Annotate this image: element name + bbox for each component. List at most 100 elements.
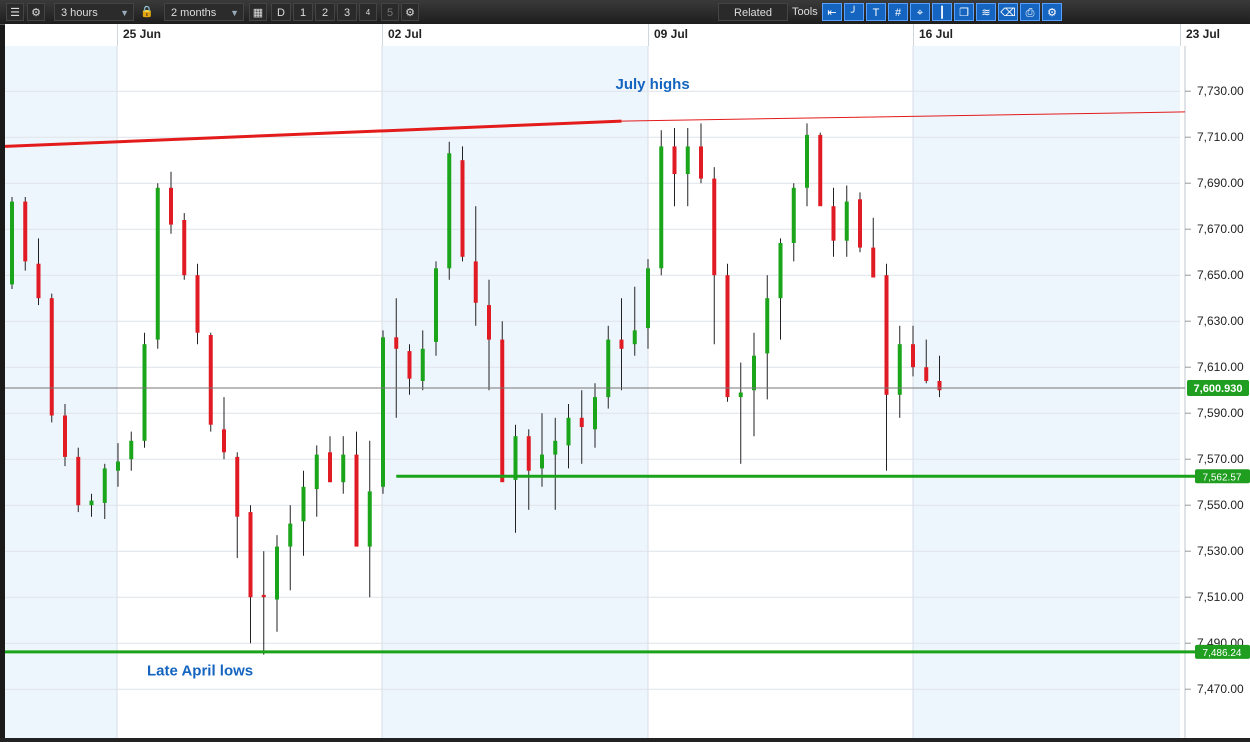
candle-body xyxy=(36,263,41,299)
candle-body xyxy=(314,454,319,490)
date-label: 25 Jun xyxy=(123,27,162,41)
current-price-label: 7,600.930 xyxy=(1194,383,1243,395)
eraser-tool-icon[interactable]: ⌫ xyxy=(998,3,1018,21)
candle-body xyxy=(208,335,213,425)
candle-body xyxy=(394,337,399,349)
candle-body xyxy=(341,454,346,483)
candle-body xyxy=(738,392,743,398)
candle-body xyxy=(513,436,518,480)
date-tick xyxy=(648,24,649,46)
period-button-2[interactable]: 2 xyxy=(315,3,335,21)
candle-body xyxy=(367,491,372,547)
range-select[interactable]: 2 months ▼ xyxy=(164,3,244,21)
candle-body xyxy=(487,305,491,340)
date-tick xyxy=(382,24,383,46)
print-tool-icon[interactable]: ⎙ xyxy=(1020,3,1040,21)
date-label: 16 Jul xyxy=(919,27,954,41)
annotation-label: Late April lows xyxy=(147,662,253,679)
candle-body xyxy=(222,429,226,453)
candle-body xyxy=(129,440,134,460)
candle-body xyxy=(434,268,438,342)
price-tick-label: 7,650.00 xyxy=(1197,268,1244,282)
candle-body xyxy=(381,337,385,487)
chevron-down-icon: ▼ xyxy=(120,8,129,18)
candle-body xyxy=(420,348,425,381)
tools-label: Tools xyxy=(792,6,818,18)
date-tick xyxy=(1180,24,1181,46)
price-tick-label: 7,570.00 xyxy=(1197,452,1244,466)
level-label: 7,562.57 xyxy=(1203,472,1242,483)
text-tool-icon[interactable]: T xyxy=(866,3,886,21)
candle-body xyxy=(632,330,637,345)
candle-body xyxy=(540,454,544,469)
candle-body xyxy=(473,261,478,303)
candle-body xyxy=(672,146,677,174)
candle-body xyxy=(712,178,717,276)
date-axis: 25 Jun 02 Jul 09 Jul 16 Jul 23 Jul xyxy=(5,24,1250,47)
candle-body xyxy=(248,512,253,598)
candle-body xyxy=(116,461,120,471)
period-button-5[interactable]: 5 xyxy=(381,3,399,21)
candle-body xyxy=(805,134,809,188)
settings-gear-icon[interactable]: ⚙ xyxy=(27,3,45,21)
candle-body xyxy=(791,187,796,243)
period-button-4[interactable]: 4 xyxy=(359,3,377,21)
range-value: 2 months xyxy=(171,7,217,19)
candle-body xyxy=(659,146,664,269)
period-button-3[interactable]: 3 xyxy=(337,3,357,21)
week-band xyxy=(913,46,1180,738)
candlestick-chart[interactable]: 7,730.00 7,710.00 7,690.00 7,670.00 7,650.00… xyxy=(5,46,1250,738)
candle-body xyxy=(354,454,359,547)
candle-body xyxy=(937,381,942,391)
candle-body xyxy=(275,546,279,600)
candle-body xyxy=(76,456,81,506)
candle-body xyxy=(897,344,902,395)
candle-body xyxy=(261,594,266,598)
candle-body xyxy=(89,500,94,506)
calendar-icon[interactable]: ▦ xyxy=(249,3,267,21)
candle-body xyxy=(619,339,624,349)
period-button-1[interactable]: 1 xyxy=(293,3,313,21)
candle-body xyxy=(328,452,332,483)
candle-body xyxy=(102,468,107,503)
price-tick-label: 7,690.00 xyxy=(1197,176,1244,190)
indicator-tool-icon[interactable]: ≋ xyxy=(976,3,996,21)
arrow-tool-icon[interactable]: ⇤ xyxy=(822,3,842,21)
related-button[interactable]: Related xyxy=(718,3,788,21)
lock-icon[interactable]: 🔒 xyxy=(140,3,154,21)
candle-body xyxy=(884,275,889,395)
grid-tool-icon[interactable]: # xyxy=(888,3,908,21)
interval-value: 3 hours xyxy=(61,7,98,19)
candle-body xyxy=(155,187,160,340)
candle-body xyxy=(142,344,147,441)
candle-body xyxy=(407,351,412,379)
curve-tool-icon[interactable]: ╯ xyxy=(844,3,864,21)
date-label: 09 Jul xyxy=(654,27,689,41)
crosshair-tool-icon[interactable]: ⌖ xyxy=(910,3,930,21)
chart-menu-icon[interactable]: ☰ xyxy=(6,3,24,21)
candle-body xyxy=(49,298,54,416)
candle-body xyxy=(752,355,756,391)
chart-settings-icon[interactable]: ⚙ xyxy=(401,3,419,21)
candle-tool-icon[interactable]: ┃ xyxy=(932,3,952,21)
candle-body xyxy=(23,201,28,262)
candle-body xyxy=(844,201,849,241)
window-tool-icon[interactable]: ❐ xyxy=(954,3,974,21)
price-tick-label: 7,510.00 xyxy=(1197,590,1244,604)
candle-body xyxy=(831,206,836,241)
tool-settings-icon[interactable]: ⚙ xyxy=(1042,3,1062,21)
week-band xyxy=(5,46,117,738)
candle-body xyxy=(765,298,770,354)
candle-body xyxy=(10,201,14,285)
candle-body xyxy=(858,199,862,248)
price-tick-label: 7,630.00 xyxy=(1197,314,1244,328)
candle-body xyxy=(699,146,703,179)
price-tick-label: 7,610.00 xyxy=(1197,360,1244,374)
price-tick-label: 7,550.00 xyxy=(1197,498,1244,512)
interval-select[interactable]: 3 hours ▼ xyxy=(54,3,134,21)
candle-body xyxy=(460,160,465,257)
period-button-d[interactable]: D xyxy=(271,3,291,21)
candle-body xyxy=(725,275,730,398)
date-tick xyxy=(913,24,914,46)
candle-body xyxy=(646,268,650,329)
